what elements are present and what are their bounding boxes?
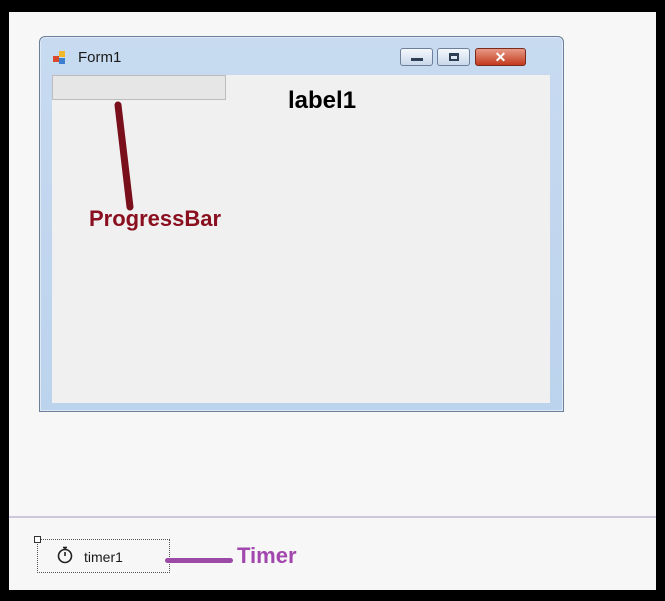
- window-title: Form1: [78, 49, 122, 66]
- progressbar-annotation-arrow: [114, 101, 134, 211]
- timer-annotation: Timer: [237, 543, 297, 568]
- timer1-component[interactable]: timer1: [34, 536, 170, 573]
- maximize-icon: [449, 53, 459, 61]
- progressbar-annotation: ProgressBar: [89, 206, 222, 231]
- timer-annotation-arrow: [165, 558, 233, 563]
- close-icon: ✕: [494, 49, 507, 65]
- selection-handle[interactable]: [34, 536, 41, 543]
- form-client-area[interactable]: label1: [52, 75, 550, 403]
- maximize-button[interactable]: [437, 48, 470, 66]
- stopwatch-icon: [57, 546, 73, 564]
- close-button[interactable]: ✕: [475, 48, 526, 66]
- designer-surface: Form1 ✕ label1 ProgressBar timer1 Timer: [9, 12, 656, 590]
- component-tray-divider: [9, 516, 656, 518]
- title-bar[interactable]: Form1 ✕: [40, 37, 563, 75]
- label1[interactable]: label1: [288, 87, 356, 115]
- timer1-label: timer1: [84, 549, 123, 565]
- minimize-button[interactable]: [400, 48, 433, 66]
- form-icon: [53, 51, 67, 65]
- minimize-icon: [411, 58, 423, 61]
